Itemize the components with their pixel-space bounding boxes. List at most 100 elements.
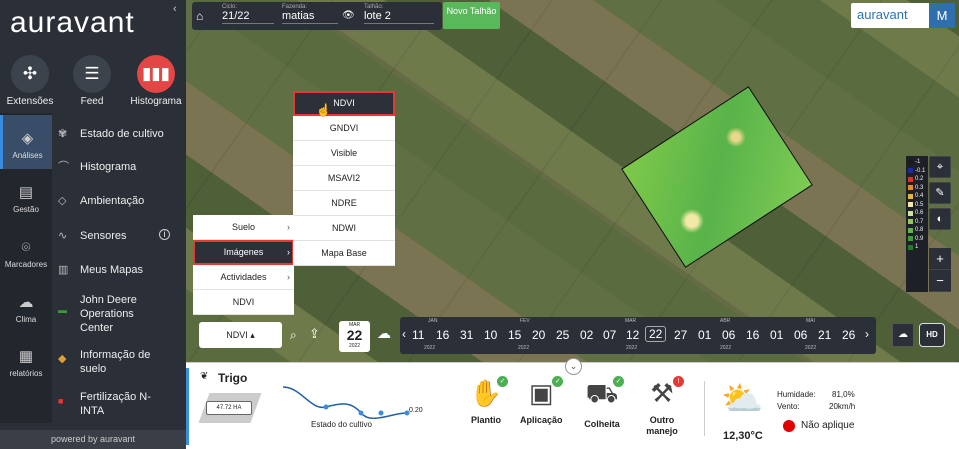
submenu-ndwi[interactable]: NDWI — [293, 216, 395, 241]
date-picker[interactable]: MAR 22 2022 — [339, 321, 370, 352]
crop-state-value: 0.20 — [409, 407, 423, 414]
nav-marcadores[interactable]: ⌾ Marcadores — [0, 239, 52, 269]
timeline-day[interactable]: 26 — [842, 328, 855, 342]
submenu-ndre[interactable]: NDRE — [293, 191, 395, 216]
top-bar: ⌂ Ciclo: 21/22 Fazenda: matias 👁 Talhão:… — [192, 2, 442, 30]
zoom-out-button[interactable]: − — [929, 270, 951, 292]
timeline-day[interactable]: 01 — [698, 328, 711, 342]
report-icon: ▦ — [18, 348, 34, 365]
cloud-icon: ☁ — [18, 294, 34, 311]
menu-ambientacao[interactable]: ◇ Ambientação — [58, 194, 186, 208]
legend-row: 0.4 — [906, 192, 928, 201]
humidity-label: Humidade: — [777, 390, 816, 399]
talhao-select[interactable]: Talhão: lote 2 — [364, 4, 434, 24]
histograma-button[interactable]: ▮▮▮ Histograma — [126, 55, 186, 107]
feed-label: Feed — [80, 96, 104, 107]
timeline-day[interactable]: 10 — [484, 328, 497, 342]
timeline-day[interactable]: 21 — [818, 328, 831, 342]
menu-john-deere[interactable]: ▬ John Deere Operations Center — [58, 293, 168, 335]
user-avatar[interactable]: M — [929, 3, 955, 28]
timeline-day[interactable]: 02 — [580, 328, 593, 342]
legend-row: 0.3 — [906, 184, 928, 193]
timeline-day[interactable]: 07 — [603, 328, 616, 342]
timeline-day[interactable]: 20 — [532, 328, 545, 342]
menu-meus-mapas[interactable]: ▥ Meus Mapas — [58, 263, 186, 277]
stage-colheita[interactable]: ⛟ ✓ Colheita — [582, 376, 624, 430]
submenu-gndvi[interactable]: GNDVI — [293, 116, 395, 141]
chevron-down-icon[interactable]: ⌄ — [565, 358, 582, 375]
hd-button[interactable]: HD — [919, 323, 945, 347]
timeline-day[interactable]: 16 — [436, 328, 449, 342]
layer-select-button[interactable]: NDVI ▴ — [199, 322, 282, 348]
legend-row: 0.6 — [906, 209, 928, 218]
info-icon[interactable]: i — [159, 229, 170, 240]
menu-informacao-de-suelo[interactable]: ◆ Informação de suelo — [58, 348, 186, 376]
timeline-year: 2022 — [805, 345, 817, 351]
nav-clima[interactable]: ☁ Clima — [0, 293, 52, 324]
extensoes-button[interactable]: ✣ Extensões — [0, 55, 60, 107]
menu-estado-de-cultivo[interactable]: ✾ Estado de cultivo — [58, 127, 186, 141]
submenu-ndvi[interactable]: NDVI — [293, 91, 395, 116]
timeline-day[interactable]: 27 — [674, 328, 687, 342]
stage-plantio[interactable]: ✋ ✓ Plantio — [466, 376, 508, 426]
ciclo-select[interactable]: Ciclo: 21/22 — [222, 4, 274, 24]
submenu-msavi2[interactable]: MSAVI2 — [293, 166, 395, 191]
status-dot — [783, 420, 795, 432]
timeline-day[interactable]: 16 — [746, 328, 759, 342]
ruler-icon[interactable]: ✎ — [929, 182, 951, 204]
timeline-day[interactable]: 12 — [626, 328, 639, 342]
submenu-visible[interactable]: Visible — [293, 141, 395, 166]
home-icon[interactable]: ⌂ — [196, 9, 203, 23]
layers-menu-imagenes[interactable]: Imágenes › — [193, 240, 294, 265]
cloud-upload-icon[interactable]: ☁ — [377, 325, 391, 342]
timeline-day[interactable]: 31 — [460, 328, 473, 342]
timeline-day[interactable]: 15 — [508, 328, 521, 342]
novo-talhao-button[interactable]: Novo Talhão — [443, 2, 500, 29]
image-timeline: JAN FEV MAR ABR MAI ‹ 11 16 31 10 15 20 … — [400, 317, 876, 354]
compass-icon[interactable]: ◐ — [929, 208, 951, 230]
chevron-left-icon[interactable]: ‹ — [173, 3, 177, 15]
cloud-off-icon[interactable]: ☁ — [892, 323, 914, 347]
timeline-day[interactable]: 01 — [770, 328, 783, 342]
top-apps: ✣ Extensões ☰ Feed ▮▮▮ Histograma — [0, 55, 186, 111]
field-summary-panel: ❦ Trigo 47.72 HA Estado do cultivo 0.20 … — [186, 362, 959, 449]
layers-menu-ndvi[interactable]: NDVI — [193, 290, 294, 315]
menu-fertilizacao[interactable]: ■ Fertilização N-INTA — [58, 390, 186, 418]
nav-clima-label: Clima — [15, 315, 37, 324]
timeline-day[interactable]: 25 — [556, 328, 569, 342]
search-icon[interactable]: ⌕ — [290, 328, 297, 343]
timeline-day[interactable]: 06 — [722, 328, 735, 342]
chevron-right-icon[interactable]: › — [865, 327, 869, 341]
message-icon: ☰ — [73, 55, 111, 93]
nav-gestao[interactable]: ▤ Gestão — [0, 183, 52, 214]
timeline-day[interactable]: 06 — [794, 328, 807, 342]
timeline-years: 2022 2022 2022 2022 2022 — [400, 345, 876, 352]
menu-sensores[interactable]: ∿ Sensores i — [58, 229, 186, 243]
stage-label: Outro manejo — [646, 415, 678, 436]
stage-outro-manejo[interactable]: ⚒! Outro manejo — [641, 376, 684, 437]
submenu-mapa-base[interactable]: Mapa Base — [293, 241, 395, 266]
crop-name: Trigo — [218, 371, 248, 385]
imagenes-submenu: NDVI GNDVI Visible MSAVI2 NDRE NDWI Mapa… — [293, 91, 395, 266]
fazenda-select[interactable]: Fazenda: matias — [282, 4, 338, 24]
timeline-day[interactable]: 11 — [412, 328, 424, 342]
nav-relatorios-label: relatórios — [9, 369, 43, 378]
layers-menu-suelo[interactable]: Suelo › — [193, 215, 294, 240]
nav-relatorios[interactable]: ▦ relatórios — [0, 347, 52, 378]
layers-menu-actividades[interactable]: Actividades › — [193, 265, 294, 290]
app-logo: auravant — [10, 6, 135, 39]
soil-layers-icon: ◆ — [58, 353, 67, 365]
chevron-right-icon: › — [287, 222, 290, 232]
upload-icon[interactable]: ⇪ — [309, 326, 320, 342]
location-pin-icon[interactable]: ⌖ — [929, 156, 951, 178]
ndvi-field-polygon[interactable] — [621, 86, 813, 268]
stage-aplicacao[interactable]: ▣ ✓ Aplicação — [520, 376, 564, 426]
inta-icon: ■ — [58, 396, 64, 406]
menu-label: Sensores — [80, 230, 127, 242]
eye-icon[interactable]: 👁 — [342, 10, 355, 21]
zoom-in-button[interactable]: + — [929, 248, 951, 270]
menu-histograma[interactable]: ⌒ Histograma — [58, 160, 186, 174]
nav-analises[interactable]: ◈ Análises — [0, 115, 52, 169]
timeline-day-selected[interactable]: 22 — [645, 326, 667, 342]
feed-button[interactable]: ☰ Feed — [62, 55, 122, 107]
